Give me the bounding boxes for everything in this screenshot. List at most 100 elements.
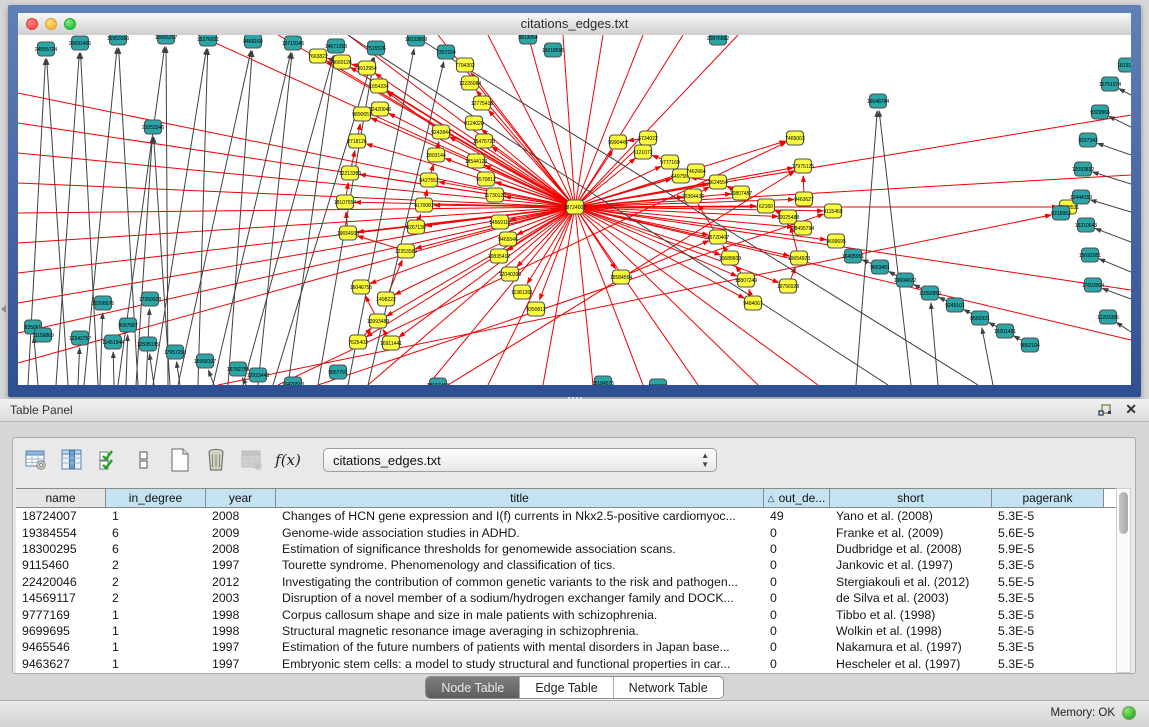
network-node[interactable]: 9663401 [870, 260, 890, 274]
network-node[interactable]: 6734022 [638, 131, 658, 145]
network-node[interactable]: 15720407 [707, 230, 729, 244]
network-node[interactable]: 19654933 [337, 226, 359, 240]
table-row[interactable]: 946362711997Embryonic stem cells: a mode… [16, 656, 1116, 672]
network-node[interactable]: 16046756 [350, 280, 372, 294]
network-node[interactable]: 15276021 [197, 35, 219, 46]
network-node[interactable]: 9350812 [526, 302, 546, 316]
network-node[interactable]: 12040393 [499, 267, 521, 281]
network-node[interactable]: 9990445 [608, 135, 628, 149]
import-table-icon[interactable] [237, 446, 267, 474]
scrollbar-thumb[interactable] [1119, 492, 1128, 534]
column-edit-icon[interactable] [57, 446, 87, 474]
network-node[interactable]: 18017458 [427, 378, 449, 385]
tab-network-table[interactable]: Network Table [613, 677, 723, 698]
column-header-pagerank[interactable]: pagerank [992, 489, 1104, 507]
network-node[interactable]: 19654923 [788, 251, 810, 265]
network-node[interactable]: 15475723 [473, 134, 495, 148]
network-node[interactable]: 21053346 [142, 120, 164, 134]
network-node[interactable]: 16033809 [405, 35, 427, 46]
network-node[interactable]: 9227343 [1078, 133, 1098, 147]
column-header-in_degree[interactable]: in_degree [106, 489, 206, 507]
network-node[interactable]: 1813105 [1117, 58, 1131, 72]
delete-icon[interactable] [201, 446, 231, 474]
network-node[interactable]: 8427552 [419, 173, 439, 187]
close-icon[interactable]: ✕ [1125, 401, 1137, 418]
table-mode-icon[interactable] [21, 446, 51, 474]
network-node[interactable]: 9857791 [328, 365, 348, 379]
table-selector[interactable]: citations_edges.txt ▲▼ [323, 448, 717, 472]
network-node[interactable]: 24055724 [35, 42, 57, 56]
network-node[interactable]: 12342757 [69, 331, 91, 345]
network-node[interactable]: 2718126 [347, 134, 367, 148]
network-node[interactable]: 10655257 [155, 35, 177, 44]
network-node[interactable]: 14569117 [489, 215, 511, 229]
network-node[interactable]: 9115460 [823, 204, 842, 218]
network-node[interactable]: 10420513 [282, 377, 304, 385]
network-node[interactable]: 10835412 [488, 249, 510, 263]
network-node[interactable]: 16958107 [194, 354, 216, 368]
function-builder-icon[interactable]: f(x) [273, 446, 303, 474]
table-row[interactable]: 969969511998Structural magnetic resonanc… [16, 623, 1116, 639]
network-node[interactable]: 15692951 [1079, 248, 1101, 262]
network-node[interactable]: 11203385 [1097, 310, 1119, 324]
network-node[interactable]: 11092850 [919, 286, 941, 300]
network-node[interactable]: 16953366 [107, 35, 129, 45]
network-node[interactable]: 17957253 [164, 345, 186, 359]
float-window-icon[interactable] [1097, 402, 1113, 418]
network-node[interactable]: 1498222 [376, 292, 396, 306]
column-header-name[interactable]: name [16, 489, 106, 507]
table-row[interactable]: 1938455462009Genome-wide association stu… [16, 524, 1116, 540]
network-node[interactable]: 9660126 [332, 55, 352, 69]
column-header-title[interactable]: title [276, 489, 764, 507]
network-node[interactable]: 20206576 [92, 296, 114, 310]
row-height-icon[interactable] [129, 446, 159, 474]
network-node[interactable]: 15584554 [610, 270, 632, 284]
network-node[interactable]: 12353589 [395, 244, 417, 258]
network-node[interactable]: 8813054 [518, 35, 538, 44]
network-node[interactable]: 16405951 [842, 249, 864, 263]
table-row[interactable]: 977716911998Corpus callosum shape and si… [16, 606, 1116, 622]
network-node[interactable]: 4170081 [414, 198, 434, 212]
network-node[interactable]: 15751074 [1099, 77, 1121, 91]
network-node[interactable]: 10719145 [282, 36, 304, 50]
network-node[interactable]: 7515526 [366, 41, 386, 55]
network-node[interactable]: 9463627 [794, 192, 814, 206]
network-node[interactable]: 8215953 [1051, 206, 1071, 220]
network-node[interactable]: 9465546 [498, 232, 518, 246]
column-header-year[interactable]: year [206, 489, 276, 507]
table-row[interactable]: 1456911722003Disruption of a novel membe… [16, 590, 1116, 606]
network-node[interactable]: 12923448 [247, 368, 269, 382]
network-node[interactable]: 12093832 [1072, 162, 1094, 176]
network-node[interactable]: 20364436 [682, 189, 704, 203]
network-node[interactable]: 10688609 [719, 251, 741, 265]
network-node[interactable]: 10694022 [894, 273, 916, 287]
network-node[interactable]: 19756928 [777, 279, 799, 293]
network-node[interactable]: 1121072 [633, 145, 652, 159]
network-node[interactable]: 19218596 [542, 43, 564, 57]
vertical-scrollbar[interactable] [1116, 488, 1131, 673]
network-node[interactable]: 20876882 [707, 35, 729, 45]
collapse-panel-arrow-icon[interactable] [1, 305, 6, 313]
network-node[interactable]: 9245101 [945, 298, 965, 312]
network-node[interactable]: 7663822 [308, 49, 328, 63]
network-node[interactable]: 8912954 [357, 61, 377, 75]
tab-node-table[interactable]: Node Table [426, 677, 519, 698]
new-document-icon[interactable] [165, 446, 195, 474]
network-node[interactable]: 12213383 [339, 166, 361, 180]
network-node[interactable]: 16210643 [1075, 218, 1097, 232]
network-node[interactable]: 9329966 [1090, 105, 1110, 119]
column-header-out_de[interactable]: △out_de... [764, 489, 830, 507]
network-node[interactable]: 7794302 [455, 58, 475, 72]
network-node[interactable]: 20691406 [69, 36, 91, 50]
network-node[interactable]: 9777169 [660, 155, 680, 169]
network-node[interactable]: 1654334 [369, 79, 389, 93]
table-row[interactable]: 1830029562008Estimation of significance … [16, 541, 1116, 557]
network-node[interactable]: 9097587 [118, 318, 138, 332]
network-node[interactable]: 11156869 [32, 328, 54, 342]
network-window-titlebar[interactable]: citations_edges.txt [18, 13, 1131, 36]
network-node[interactable]: 11381261 [511, 285, 533, 299]
network-node[interactable]: 12444159 [1070, 190, 1092, 204]
network-node[interactable]: 8267130 [406, 220, 426, 234]
select-all-icon[interactable] [93, 446, 123, 474]
network-node[interactable]: 28495794 [792, 221, 814, 235]
